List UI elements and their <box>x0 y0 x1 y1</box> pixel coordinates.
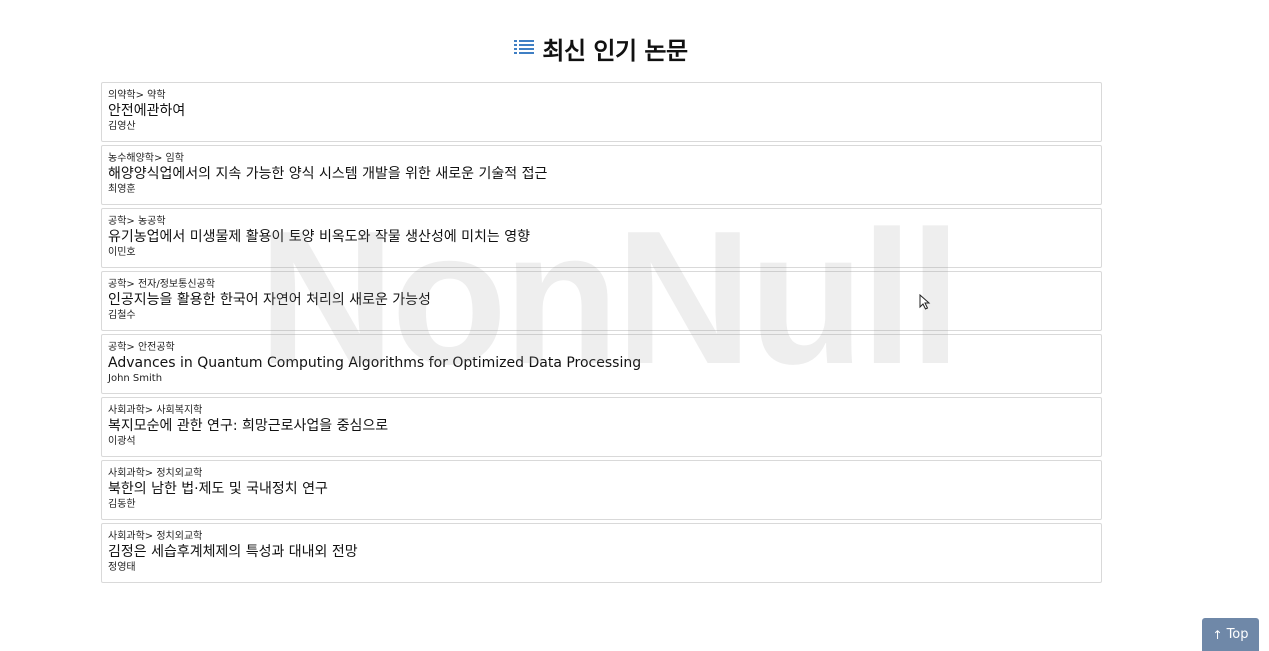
paper-author: 김철수 <box>108 310 136 321</box>
paper-title[interactable]: 북한의 남한 법·제도 및 국내정치 연구 <box>108 480 1095 498</box>
paper-author: 김동한 <box>108 499 136 510</box>
paper-author: John Smith <box>108 373 163 384</box>
paper-category: 공학> 전자/정보통신공학 <box>108 279 215 290</box>
paper-title[interactable]: 해양양식업에서의 지속 가능한 양식 시스템 개발을 위한 새로운 기술적 접근 <box>108 165 1095 183</box>
paper-author: 이민호 <box>108 247 136 258</box>
arrow-up-icon: ↑ <box>1212 627 1223 642</box>
paper-title[interactable]: 복지모순에 관한 연구: 희망근로사업을 중심으로 <box>108 417 1095 435</box>
paper-card[interactable]: 사회과학> 정치외교학 북한의 남한 법·제도 및 국내정치 연구 김동한 <box>101 460 1102 520</box>
mouse-cursor-icon <box>919 294 931 310</box>
paper-category: 사회과학> 정치외교학 <box>108 531 203 542</box>
paper-category: 의약학> 약학 <box>108 90 166 101</box>
paper-title[interactable]: 인공지능을 활용한 한국어 자연어 처리의 새로운 가능성 <box>108 291 1095 309</box>
paper-title[interactable]: 김정은 세습후계체제의 특성과 대내외 전망 <box>108 543 1095 561</box>
paper-category: 사회과학> 정치외교학 <box>108 468 203 479</box>
paper-author: 최영훈 <box>108 184 136 195</box>
paper-author: 김영산 <box>108 121 136 132</box>
paper-card[interactable]: 공학> 농공학 유기농업에서 미생물제 활용이 토양 비옥도와 작물 생산성에 … <box>101 208 1102 268</box>
page-header: 최신 인기 논문 <box>0 28 1202 68</box>
paper-author: 정영태 <box>108 562 136 573</box>
paper-category: 농수해양학> 임학 <box>108 153 184 164</box>
paper-card[interactable]: 공학> 안전공학 Advances in Quantum Computing A… <box>101 334 1102 394</box>
list-icon <box>514 40 535 54</box>
paper-card[interactable]: 의약학> 약학 안전에관하여 김영산 <box>101 82 1102 142</box>
paper-author: 이광석 <box>108 436 136 447</box>
paper-category: 공학> 안전공학 <box>108 342 175 353</box>
paper-title[interactable]: Advances in Quantum Computing Algorithms… <box>108 354 1095 372</box>
paper-card[interactable]: 사회과학> 사회복지학 복지모순에 관한 연구: 희망근로사업을 중심으로 이광… <box>101 397 1102 457</box>
page-title: 최신 인기 논문 <box>542 36 688 65</box>
paper-list: 의약학> 약학 안전에관하여 김영산 농수해양학> 임학 해양양식업에서의 지속… <box>101 82 1102 586</box>
paper-title[interactable]: 안전에관하여 <box>108 102 1095 120</box>
paper-card[interactable]: 사회과학> 정치외교학 김정은 세습후계체제의 특성과 대내외 전망 정영태 <box>101 523 1102 583</box>
scroll-to-top-button[interactable]: ↑ Top <box>1202 618 1259 651</box>
paper-category: 공학> 농공학 <box>108 216 166 227</box>
page: 최신 인기 논문 의약학> 약학 안전에관하여 김영산 농수해양학> 임학 해양… <box>0 0 1269 651</box>
paper-card[interactable]: 공학> 전자/정보통신공학 인공지능을 활용한 한국어 자연어 처리의 새로운 … <box>101 271 1102 331</box>
paper-title[interactable]: 유기농업에서 미생물제 활용이 토양 비옥도와 작물 생산성에 미치는 영향 <box>108 228 1095 246</box>
paper-category: 사회과학> 사회복지학 <box>108 405 203 416</box>
top-button-label: Top <box>1226 627 1249 642</box>
paper-card[interactable]: 농수해양학> 임학 해양양식업에서의 지속 가능한 양식 시스템 개발을 위한 … <box>101 145 1102 205</box>
